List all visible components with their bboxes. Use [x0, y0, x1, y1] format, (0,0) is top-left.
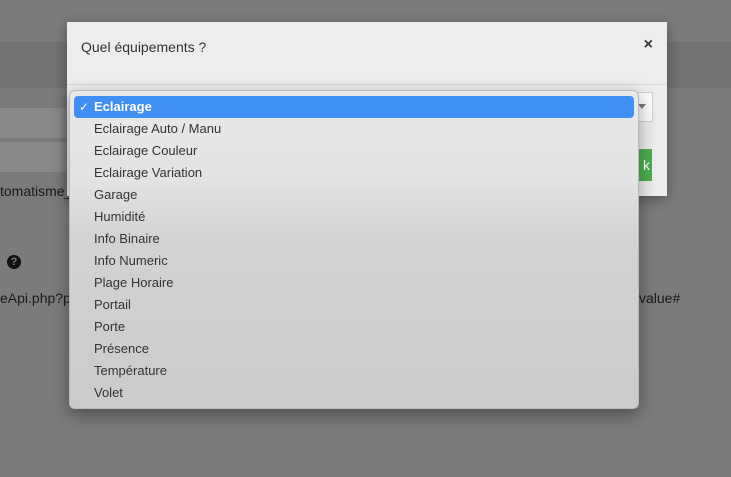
- dropdown-option-info-numeric[interactable]: Info Numeric: [74, 250, 634, 272]
- question-circle-icon: ?: [7, 255, 21, 269]
- dropdown-option-volet[interactable]: Volet: [74, 382, 634, 404]
- dropdown-option-eclairage-auto-manu[interactable]: Eclairage Auto / Manu: [74, 118, 634, 140]
- chevron-down-icon: [638, 104, 646, 109]
- dropdown-option-eclairage-couleur[interactable]: Eclairage Couleur: [74, 140, 634, 162]
- dropdown-option-garage[interactable]: Garage: [74, 184, 634, 206]
- dropdown-option-info-binaire[interactable]: Info Binaire: [74, 228, 634, 250]
- dropdown-option-temperature[interactable]: Température: [74, 360, 634, 382]
- modal-divider: [67, 84, 667, 85]
- modal-title: Quel équipements ?: [81, 39, 207, 55]
- close-icon[interactable]: ×: [644, 36, 653, 54]
- background-text-url-end: value#: [639, 290, 681, 306]
- background-text-url: eApi.php?p: [0, 290, 71, 306]
- dropdown-option-plage-horaire[interactable]: Plage Horaire: [74, 272, 634, 294]
- dropdown-option-eclairage[interactable]: ✓ Eclairage: [74, 96, 634, 118]
- dropdown-option-porte[interactable]: Porte: [74, 316, 634, 338]
- checkmark-icon: ✓: [79, 100, 90, 114]
- dropdown-option-eclairage-variation[interactable]: Eclairage Variation: [74, 162, 634, 184]
- background-text-automatisme: tomatisme_: [0, 183, 73, 199]
- equipment-dropdown: ✓ Eclairage Eclairage Auto / Manu Eclair…: [69, 90, 639, 409]
- dropdown-option-presence[interactable]: Présence: [74, 338, 634, 360]
- dropdown-option-humidite[interactable]: Humidité: [74, 206, 634, 228]
- dropdown-option-portail[interactable]: Portail: [74, 294, 634, 316]
